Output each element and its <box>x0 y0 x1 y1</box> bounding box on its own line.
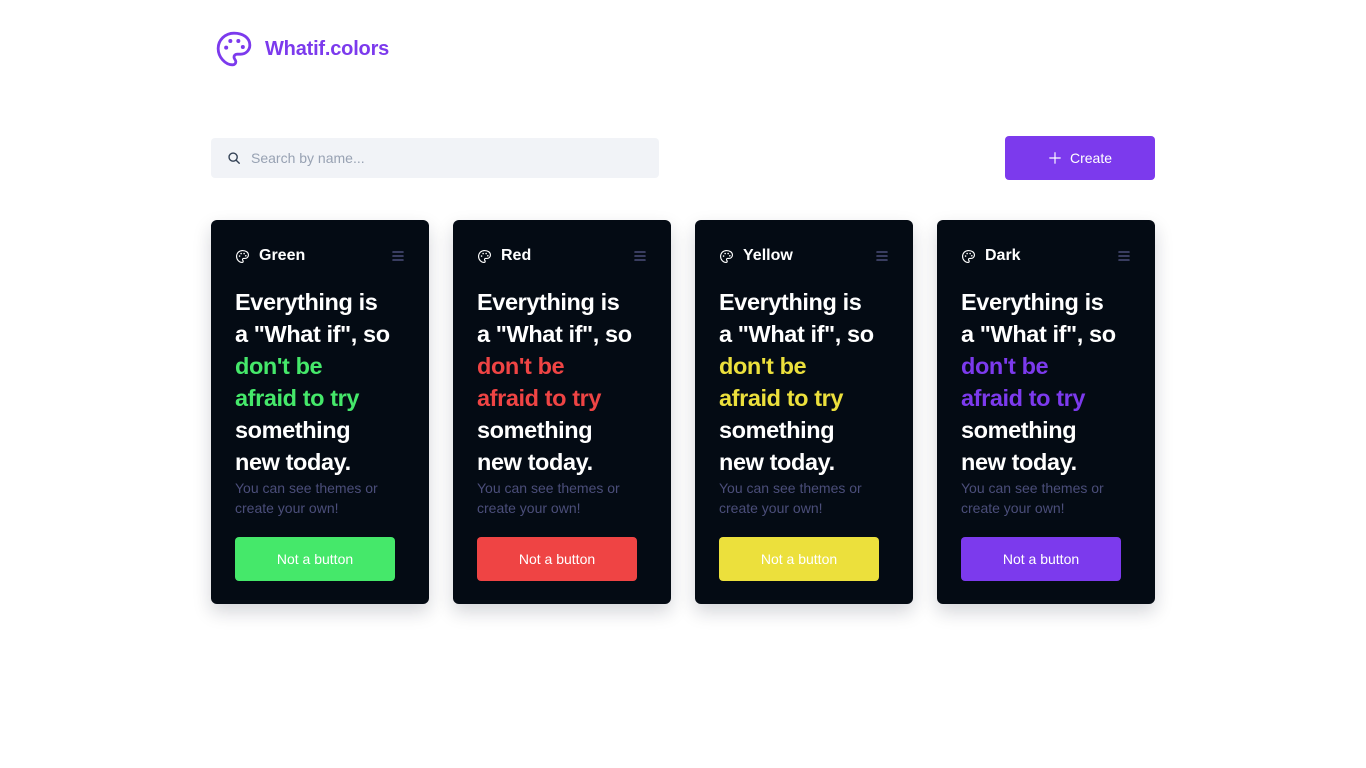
card-sample-button: Not a button <box>235 537 395 581</box>
card-sample-button: Not a button <box>719 537 879 581</box>
search-icon <box>228 152 240 164</box>
card-headline: Everything is a "What if", so don't be a… <box>961 286 1141 478</box>
headline-line: a "What if", so <box>477 321 632 347</box>
theme-card-yellow[interactable]: Yellow Everything is a "What if", so don… <box>695 220 913 604</box>
card-subtitle: You can see themes or create your own! <box>235 480 378 516</box>
headline-line: a "What if", so <box>719 321 874 347</box>
headline-line: Everything is <box>961 289 1104 315</box>
headline-line: new today. <box>235 449 351 475</box>
card-header: Red <box>477 247 647 264</box>
headline-line: Everything is <box>235 289 378 315</box>
headline-line: new today. <box>719 449 835 475</box>
create-button-label: Create <box>1069 150 1113 166</box>
headline-accent-line: don't be <box>235 353 323 379</box>
headline-line: a "What if", so <box>235 321 390 347</box>
headline-accent-line: afraid to try <box>719 385 844 411</box>
card-menu-button[interactable] <box>1117 250 1131 262</box>
headline-line: new today. <box>961 449 1077 475</box>
search-input[interactable] <box>251 150 631 166</box>
card-title: Red <box>501 247 532 264</box>
plus-icon <box>1049 152 1061 164</box>
card-menu-button[interactable] <box>875 250 889 262</box>
menu-icon <box>1118 251 1130 261</box>
headline-line: something <box>719 417 835 443</box>
headline-accent-line: afraid to try <box>235 385 360 411</box>
headline-accent-line: don't be <box>961 353 1049 379</box>
palette-icon <box>720 249 733 263</box>
palette-icon <box>216 31 252 67</box>
card-subtitle: You can see themes or create your own! <box>961 480 1104 516</box>
card-sample-button: Not a button <box>961 537 1121 581</box>
theme-card-dark[interactable]: Dark Everything is a "What if", so don't… <box>937 220 1155 604</box>
headline-line: something <box>961 417 1077 443</box>
card-headline: Everything is a "What if", so don't be a… <box>719 286 899 478</box>
card-subtitle: You can see themes or create your own! <box>719 480 862 516</box>
theme-card-green[interactable]: Green Everything is a "What if", so don'… <box>211 220 429 604</box>
card-title: Yellow <box>743 247 793 264</box>
card-subtitle: You can see themes or create your own! <box>477 480 620 516</box>
create-button[interactable]: Create <box>1005 136 1155 180</box>
headline-line: something <box>235 417 351 443</box>
headline-accent-line: don't be <box>477 353 565 379</box>
card-menu-button[interactable] <box>633 250 647 262</box>
menu-icon <box>634 251 646 261</box>
headline-line: something <box>477 417 593 443</box>
card-header: Dark <box>961 247 1131 264</box>
card-menu-button[interactable] <box>391 250 405 262</box>
card-title: Dark <box>985 247 1021 264</box>
card-headline: Everything is a "What if", so don't be a… <box>477 286 657 478</box>
search-box[interactable] <box>211 138 659 178</box>
headline-accent-line: afraid to try <box>477 385 602 411</box>
menu-icon <box>392 251 404 261</box>
menu-icon <box>876 251 888 261</box>
headline-line: Everything is <box>719 289 862 315</box>
brand[interactable]: Whatif.colors <box>214 29 389 69</box>
headline-line: new today. <box>477 449 593 475</box>
brand-name: Whatif.colors <box>265 37 390 60</box>
card-header: Yellow <box>719 247 889 264</box>
headline-line: a "What if", so <box>961 321 1116 347</box>
palette-icon <box>962 249 975 263</box>
headline-line: Everything is <box>477 289 620 315</box>
card-header: Green <box>235 247 405 264</box>
headline-accent-line: afraid to try <box>961 385 1086 411</box>
headline-accent-line: don't be <box>719 353 807 379</box>
theme-card-red[interactable]: Red Everything is a "What if", so don't … <box>453 220 671 604</box>
card-title: Green <box>259 247 306 264</box>
palette-icon <box>478 249 491 263</box>
card-sample-button: Not a button <box>477 537 637 581</box>
card-headline: Everything is a "What if", so don't be a… <box>235 286 415 478</box>
theme-card-list: Green Everything is a "What if", so don'… <box>211 220 1155 604</box>
palette-icon <box>236 249 249 263</box>
